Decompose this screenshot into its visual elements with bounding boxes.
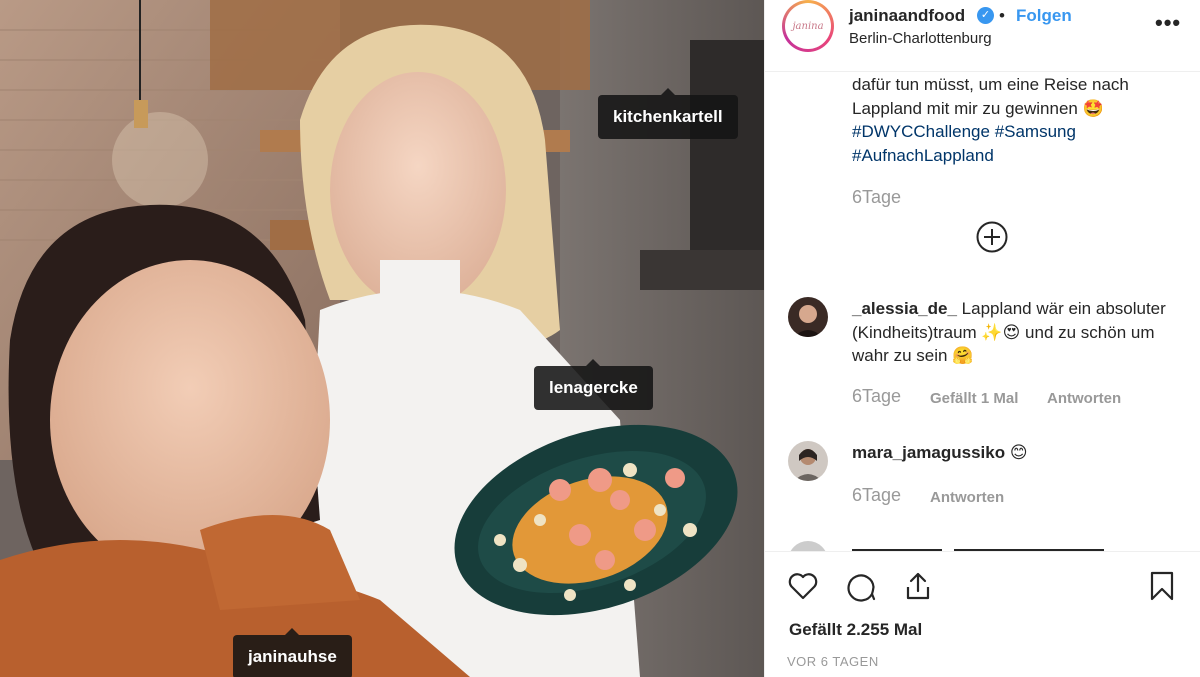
post-side-panel: janina janinaandfood ✓ • Folgen Berlin-C… bbox=[764, 0, 1200, 677]
bookmark-icon[interactable] bbox=[1146, 570, 1178, 602]
caption-timestamp[interactable]: 6Tage bbox=[852, 187, 901, 208]
commenter-avatar[interactable] bbox=[788, 297, 828, 337]
comment-timestamp[interactable]: 6Tage bbox=[852, 386, 901, 407]
verified-icon: ✓ bbox=[977, 7, 994, 24]
profile-avatar[interactable]: janina bbox=[782, 0, 834, 52]
profile-username[interactable]: janinaandfood bbox=[849, 6, 965, 26]
comment-like-count[interactable]: Gefällt 1 Mal bbox=[930, 390, 1018, 407]
caption-text-line2: Lappland mit mir zu gewinnen 🤩 bbox=[852, 98, 1104, 118]
more-options-icon[interactable]: ••• bbox=[1155, 10, 1181, 36]
commenter-avatar[interactable] bbox=[788, 441, 828, 481]
comment-text: mara_jamagussiko 😊 bbox=[852, 441, 1187, 465]
comment-username[interactable]: _alessia_de_ bbox=[852, 299, 957, 318]
comment-username[interactable]: mara_jamagussiko bbox=[852, 443, 1005, 462]
post-caption: dafür tun müsst, um eine Reise nach Lapp… bbox=[852, 73, 1182, 167]
comment-timestamp[interactable]: 6Tage bbox=[852, 485, 901, 506]
post-like-count[interactable]: Gefällt 2.255 Mal bbox=[789, 620, 922, 640]
user-tag-lenagercke[interactable]: lenagercke bbox=[534, 359, 653, 410]
caption-text-line1: dafür tun müsst, um eine Reise nach bbox=[852, 75, 1129, 94]
hashtag-link[interactable]: #DWYCChallenge bbox=[852, 122, 990, 141]
clipped-comment-row bbox=[790, 541, 1104, 551]
comment-body: 😊 bbox=[1009, 443, 1028, 462]
comment-reply-button[interactable]: Antworten bbox=[930, 489, 1004, 506]
plus-circle-icon[interactable] bbox=[976, 221, 1008, 253]
header-separator: • bbox=[999, 6, 1005, 25]
user-tag-kitchenkartell[interactable]: kitchenkartell bbox=[598, 88, 738, 139]
post-photo[interactable]: kitchenkartell lenagercke janinauhse bbox=[0, 0, 764, 677]
hashtag-link[interactable]: #AufnachLappland bbox=[852, 146, 994, 165]
post-date[interactable]: VOR 6 TAGEN bbox=[787, 654, 879, 669]
follow-button[interactable]: Folgen bbox=[1016, 6, 1072, 26]
hashtag-link[interactable]: #Samsung bbox=[995, 122, 1076, 141]
avatar-logo-text: janina bbox=[792, 20, 824, 32]
post-location[interactable]: Berlin-Charlottenburg bbox=[849, 30, 992, 47]
comment-text: _alessia_de_ Lappland wär ein absoluter … bbox=[852, 297, 1187, 368]
comments-list[interactable]: dafür tun müsst, um eine Reise nach Lapp… bbox=[765, 73, 1200, 551]
user-tag-janinauhse[interactable]: janinauhse bbox=[233, 628, 352, 677]
comment-icon[interactable] bbox=[845, 570, 877, 602]
heart-icon[interactable] bbox=[787, 570, 819, 602]
share-icon[interactable] bbox=[902, 570, 934, 602]
comment-reply-button[interactable]: Antworten bbox=[1047, 390, 1121, 407]
post-actions: Gefällt 2.255 Mal VOR 6 TAGEN bbox=[765, 551, 1200, 677]
post-header: janina janinaandfood ✓ • Folgen Berlin-C… bbox=[765, 0, 1200, 72]
